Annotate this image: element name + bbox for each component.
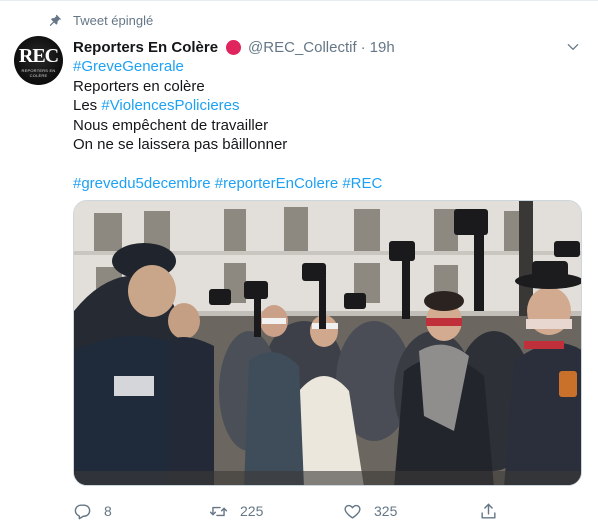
hashtag-link[interactable]: #REC	[342, 175, 382, 192]
pinned-label: Tweet épinglé	[73, 13, 154, 28]
tweet-photo[interactable]	[73, 200, 582, 486]
reply-icon	[74, 503, 91, 519]
display-name[interactable]: Reporters En Colère	[73, 39, 218, 56]
retweet-button[interactable]: 225	[209, 500, 263, 522]
photo-scene	[74, 201, 581, 485]
hashtag-link[interactable]: #GreveGenerale	[73, 58, 184, 75]
tweet-line: On ne se laissera pas bâillonner	[73, 136, 288, 153]
header-separator: ·	[360, 38, 366, 56]
tweet-line: Reporters en colère	[73, 77, 205, 95]
tweet-header: Reporters En Colère @REC_Collectif · 19h	[73, 37, 395, 57]
share-icon	[481, 503, 496, 519]
reply-button[interactable]: 8	[73, 500, 112, 522]
red-circle-emoji	[226, 39, 242, 55]
user-handle[interactable]: @REC_Collectif	[248, 39, 357, 56]
retweet-icon	[209, 506, 228, 516]
top-divider	[0, 0, 598, 1]
chevron-down-icon[interactable]	[566, 40, 580, 54]
hashtag-link[interactable]: #grevedu5decembre	[73, 175, 211, 192]
tweet-line: Nous empêchent de travailler	[73, 116, 269, 134]
like-count: 325	[374, 503, 398, 519]
tweet-text: #GreveGenerale Reporters en colère Les #…	[73, 57, 382, 193]
retweet-count: 225	[240, 503, 264, 519]
share-button[interactable]	[479, 500, 498, 522]
heart-icon	[344, 504, 361, 519]
tweet-actions: 8 225 325	[73, 500, 573, 522]
tweet-line-prefix: Les	[73, 97, 102, 114]
avatar-logo-subtext: REPORTERS EN COLÈRE	[21, 68, 56, 78]
like-button[interactable]: 325	[343, 500, 397, 522]
avatar[interactable]: REC REPORTERS EN COLÈRE	[14, 36, 63, 85]
hashtag-link[interactable]: #ViolencesPolicieres	[101, 97, 239, 114]
tweet-timestamp[interactable]: 19h	[370, 39, 395, 56]
reply-count: 8	[104, 503, 112, 519]
hashtag-link[interactable]: #reporterEnColere	[215, 175, 338, 192]
pin-icon	[49, 14, 61, 26]
avatar-logo-text: REC	[18, 45, 59, 67]
